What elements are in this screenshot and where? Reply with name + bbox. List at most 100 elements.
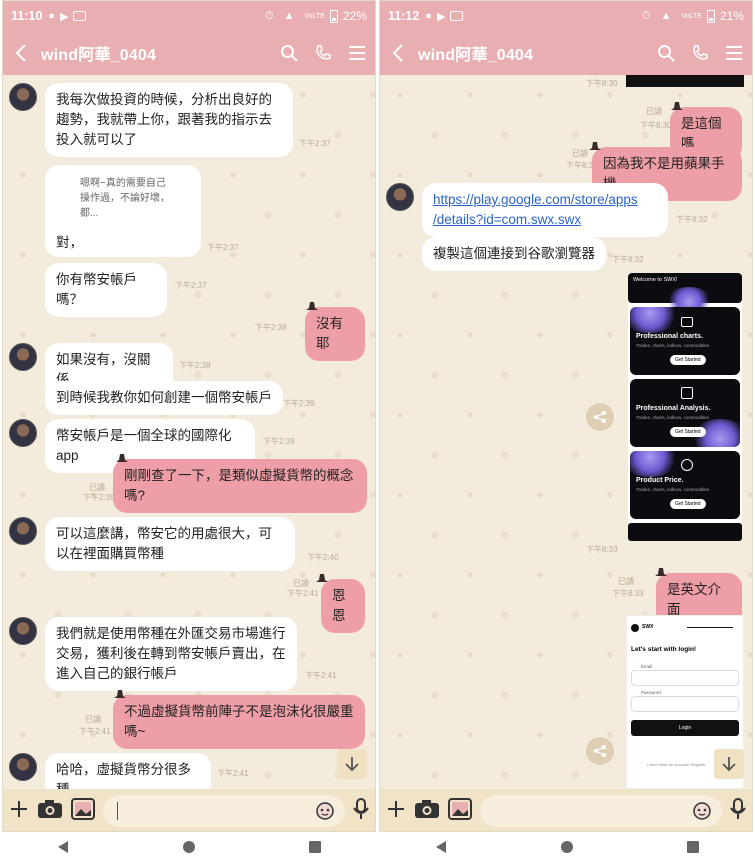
image-icon[interactable]	[448, 797, 472, 825]
card-glow	[630, 307, 680, 333]
share-button[interactable]	[586, 737, 614, 765]
plus-icon[interactable]	[386, 799, 406, 824]
sticker-icon[interactable]	[315, 801, 335, 826]
quoted-message: 嗯啊~真的需要自己操作過，不論好壞，都...	[80, 178, 170, 219]
alarm-icon: ⏱	[641, 9, 651, 22]
outgoing-message[interactable]: 沒有耶	[305, 307, 365, 361]
avatar[interactable]	[9, 617, 37, 645]
analysis-icon	[681, 387, 693, 399]
avatar[interactable]	[9, 419, 37, 447]
message-time: 下午2:41	[305, 671, 337, 680]
app-feature-card: Professional Analysis. Trades, charts, i…	[630, 379, 740, 447]
search-icon[interactable]	[279, 43, 299, 63]
get-started-button[interactable]: Get Started	[670, 427, 706, 437]
email-field[interactable]	[631, 670, 739, 686]
avatar[interactable]	[9, 343, 37, 371]
incoming-message[interactable]: 你有幣安帳戶嗎？	[45, 263, 167, 317]
incoming-link-message[interactable]: https://play.google.com/store/apps /deta…	[422, 183, 668, 237]
back-icon[interactable]	[11, 43, 31, 63]
play-store-link-continued[interactable]: /details?id=com.swx.swx	[433, 210, 657, 230]
phone-icon[interactable]	[313, 43, 333, 63]
nav-back-icon[interactable]	[435, 840, 447, 859]
get-started-button[interactable]: Get Started	[670, 499, 706, 509]
avatar[interactable]	[386, 183, 414, 211]
message-input-bar	[380, 789, 752, 831]
incoming-message[interactable]: 我每次做投資的時候，分析出良好的趨勢，我就帶上你，跟著我的指示去投入就可以了	[45, 83, 293, 157]
status-time: 11:12	[388, 9, 420, 23]
mic-icon[interactable]	[730, 797, 746, 825]
nav-home-icon[interactable]	[560, 840, 574, 859]
chat-title: wind阿華_0404	[418, 47, 534, 64]
incoming-message[interactable]: 到時候我教你如何創建一個幣安帳戶	[45, 381, 283, 415]
read-status: 已讀	[89, 483, 105, 492]
get-started-button[interactable]: Get Started	[670, 355, 706, 365]
chat-area[interactable]: 我每次做投資的時候，分析出良好的趨勢，我就帶上你，跟著我的指示去投入就可以了 下…	[3, 75, 375, 789]
message-time: 下午2:37	[175, 281, 207, 290]
card-glow	[630, 451, 680, 477]
share-icon	[594, 745, 606, 757]
youtube-notification-icon: ▶	[436, 10, 446, 23]
incoming-reply-message[interactable]: 嗯啊~真的需要自己操作過，不論好壞，都... 對，	[45, 165, 201, 257]
message-time: 下午2:37	[207, 243, 239, 252]
message-input[interactable]	[480, 795, 722, 827]
battery-icon	[706, 9, 715, 23]
message-input[interactable]	[103, 795, 345, 827]
sticker-icon[interactable]	[692, 801, 712, 826]
password-field[interactable]	[631, 696, 739, 712]
nav-recents-icon[interactable]	[309, 840, 322, 858]
message-time: 下午2:41	[217, 769, 249, 778]
camera-icon[interactable]	[414, 799, 440, 824]
youtube-notification-icon: ▶	[59, 10, 69, 23]
nav-recents-icon[interactable]	[686, 840, 699, 858]
image-icon[interactable]	[71, 797, 95, 825]
reply-text: 對，	[56, 235, 83, 250]
chat-title: wind阿華_0404	[41, 47, 157, 64]
message-time: 下午2:37	[299, 139, 331, 148]
message-time: 下午2:41	[79, 727, 111, 736]
outgoing-message[interactable]: 剛剛查了一下，是類似虛擬貨幣的概念嗎?	[113, 459, 367, 513]
play-store-link[interactable]: https://play.google.com/store/apps	[433, 190, 657, 210]
hat-sticker-icon	[114, 690, 126, 698]
card-title: Professional Analysis.	[636, 405, 711, 412]
mic-icon[interactable]	[353, 797, 369, 825]
hat-sticker-icon	[655, 568, 667, 576]
plus-icon[interactable]	[9, 799, 29, 824]
app-welcome-text: Welcome to SWX!	[633, 277, 678, 283]
image-message[interactable]	[626, 75, 744, 87]
nav-back-icon[interactable]	[57, 840, 69, 859]
register-link[interactable]: I don't have an account! Register	[647, 762, 705, 767]
chat-area[interactable]: 下午8:30 已讀 下午8:30 是這個嗎 已讀 下午8:30 因為我不是用蘋果…	[380, 75, 752, 789]
outgoing-message[interactable]: 不過虛擬貨幣前陣子不是泡沫化很嚴重嗎~	[113, 695, 365, 749]
incoming-message[interactable]: 複製這個連接到谷歌瀏覽器	[422, 237, 606, 271]
login-button[interactable]: Login	[631, 720, 739, 736]
menu-icon[interactable]	[724, 43, 744, 63]
chat-header: wind阿華_0404	[3, 31, 375, 75]
avatar[interactable]	[9, 517, 37, 545]
message-time: 下午2:39	[83, 493, 115, 502]
network-label: VoLTE	[304, 12, 325, 20]
app-feature-card: Professional charts. Trades, charts, ind…	[630, 307, 740, 375]
message-input-bar	[3, 789, 375, 831]
incoming-message[interactable]: 可以這麼講，幣安它的用處很大，可以在裡面購買幣種	[45, 517, 295, 571]
card-title: Professional charts.	[636, 333, 703, 340]
avatar[interactable]	[9, 83, 37, 111]
scroll-to-bottom-button[interactable]	[714, 749, 744, 779]
nav-home-icon[interactable]	[182, 840, 196, 859]
message-time: 下午2:39	[283, 399, 315, 408]
outgoing-message[interactable]: 恩恩	[321, 579, 365, 633]
incoming-message[interactable]: 哈哈，虛擬貨幣分很多種	[45, 753, 211, 789]
back-icon[interactable]	[388, 43, 408, 63]
search-icon[interactable]	[656, 43, 676, 63]
incoming-message[interactable]: 我們就是使用幣種在外匯交易市場進行交易，獲利後在轉到幣安帳戶賣出，在進入自己的銀…	[45, 617, 297, 691]
phone-icon[interactable]	[690, 43, 710, 63]
card-subtitle: Trades, charts, indices, commodities.	[636, 415, 711, 420]
share-button[interactable]	[586, 403, 614, 431]
read-status: 已讀	[646, 107, 662, 116]
scroll-to-bottom-button[interactable]	[337, 749, 367, 779]
hat-sticker-icon	[316, 574, 328, 582]
avatar[interactable]	[9, 753, 37, 781]
menu-icon[interactable]	[347, 43, 367, 63]
hat-sticker-icon	[306, 302, 318, 310]
image-message[interactable]: Welcome to SWX! Professional charts. Tra…	[628, 273, 742, 541]
camera-icon[interactable]	[37, 799, 63, 824]
